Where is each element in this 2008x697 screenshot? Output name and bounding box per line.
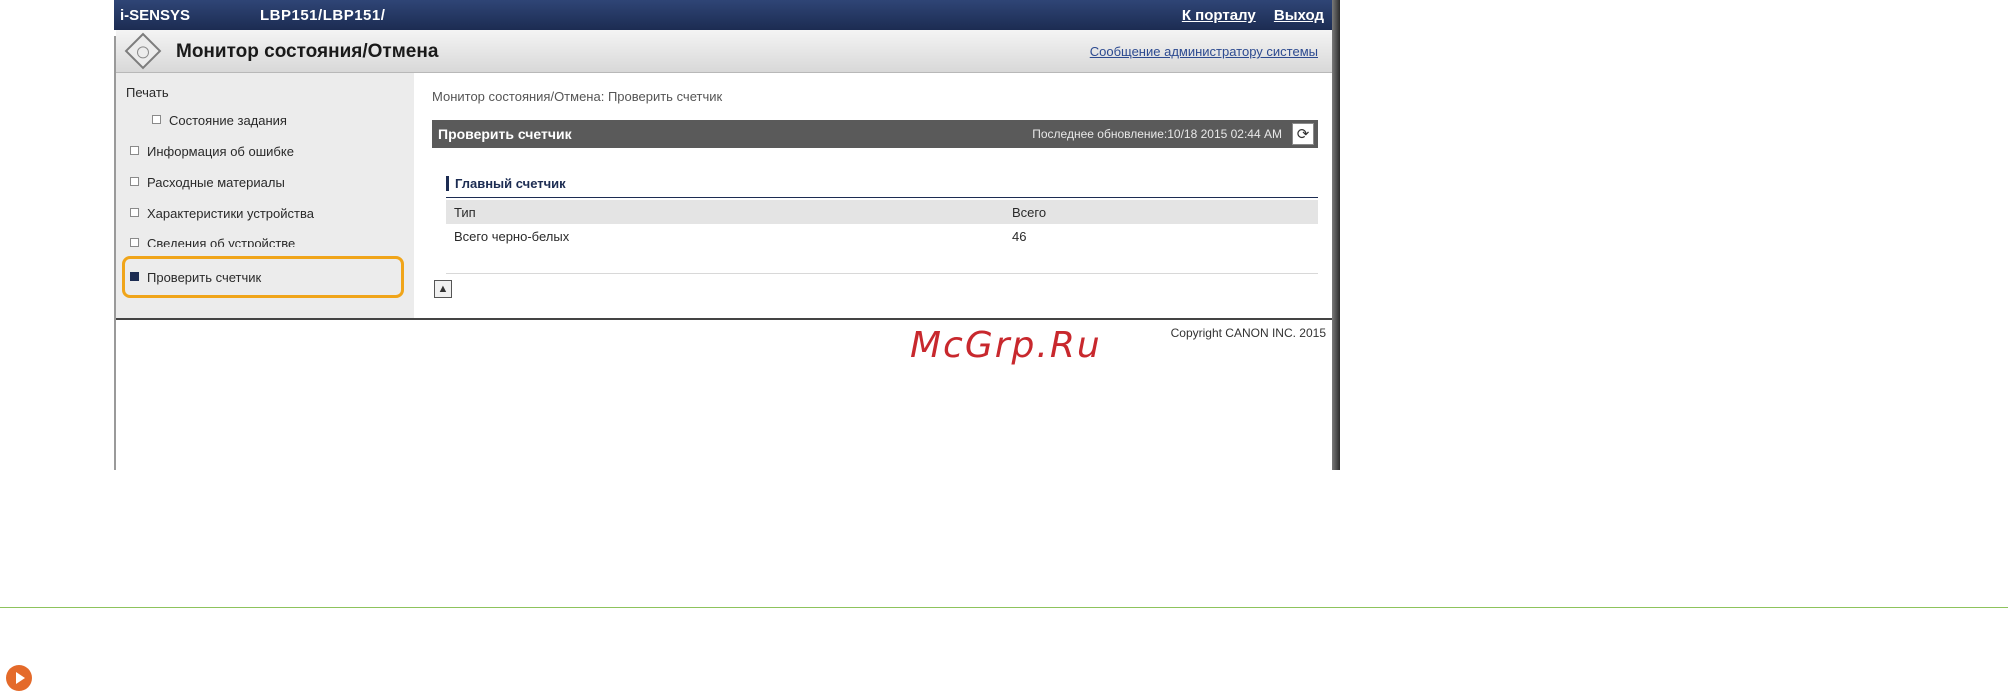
page-header: Монитор состояния/Отмена Сообщение админ…	[116, 30, 1332, 73]
panel-title: Проверить счетчик	[438, 126, 572, 142]
bullet-icon	[130, 238, 139, 247]
sidebar-item-consumables[interactable]: Расходные материалы	[130, 175, 285, 190]
status-monitor-icon	[124, 32, 162, 70]
bullet-icon	[130, 146, 139, 156]
window-shadow	[1332, 0, 1340, 470]
table-header: Тип Всего	[446, 200, 1318, 224]
page-divider	[0, 607, 2008, 608]
copyright: Copyright CANON INC. 2015	[1170, 326, 1326, 340]
sidebar-section-print: Печать	[126, 85, 169, 100]
watermark: McGrp.Ru	[910, 325, 1102, 366]
go-top-icon[interactable]: ▲	[434, 280, 452, 298]
sidebar-item-job-status[interactable]: Состояние задания	[152, 113, 287, 128]
last-updated: Последнее обновление:10/18 2015 02:44 AM	[1032, 127, 1282, 141]
table-cell-total: 46	[1012, 229, 1027, 244]
sidebar-item-label: Расходные материалы	[147, 175, 285, 190]
sidebar: Печать Состояние задания Информация об о…	[116, 73, 416, 318]
breadcrumb: Монитор состояния/Отмена: Проверить счет…	[432, 89, 723, 104]
bullet-icon	[130, 208, 139, 218]
sidebar-item-label: Информация об ошибке	[147, 144, 294, 159]
sidebar-item-label: Характеристики устройства	[147, 206, 314, 221]
sidebar-item-device-features[interactable]: Характеристики устройства	[130, 206, 314, 221]
sidebar-item-label: Состояние задания	[169, 113, 287, 128]
highlight-frame	[122, 256, 404, 298]
table-cell-type: Всего черно-белых	[454, 229, 570, 244]
column-header-total: Всего	[1012, 205, 1047, 220]
play-arrow-icon[interactable]	[6, 665, 32, 691]
top-bar: i-SENSYS LBP151/LBP151/ К порталу Выход	[114, 0, 1332, 30]
column-header-type: Тип	[454, 205, 476, 220]
table-row: Всего черно-белых 46	[446, 224, 1318, 248]
refresh-icon[interactable]: ⟳	[1292, 123, 1314, 145]
admin-message-link[interactable]: Сообщение администратору системы	[1090, 44, 1318, 59]
remote-ui-window: i-SENSYS LBP151/LBP151/ К порталу Выход …	[114, 0, 1340, 470]
logout-link[interactable]: Выход	[1274, 7, 1324, 24]
section-divider	[446, 197, 1318, 198]
brand-label: i-SENSYS	[120, 7, 191, 24]
table-divider	[446, 273, 1318, 274]
section-title: Главный счетчик	[446, 176, 566, 191]
page-title: Монитор состояния/Отмена	[176, 41, 439, 62]
bullet-icon	[152, 115, 161, 125]
portal-link[interactable]: К порталу	[1182, 7, 1256, 24]
sidebar-item-device-info[interactable]: Сведения об устройстве	[130, 236, 295, 247]
sidebar-item-error-info[interactable]: Информация об ошибке	[130, 144, 294, 159]
bullet-icon	[130, 177, 139, 187]
model-label: LBP151/LBP151/	[260, 7, 386, 24]
footer-divider	[114, 318, 1332, 320]
main-content: Монитор состояния/Отмена: Проверить счет…	[414, 73, 1330, 318]
counter-table: Тип Всего Всего черно-белых 46	[446, 200, 1318, 248]
sidebar-item-label: Сведения об устройстве	[147, 236, 296, 247]
top-links: К порталу Выход	[1168, 7, 1324, 24]
window-border	[114, 36, 116, 470]
panel-header: Проверить счетчик Последнее обновление:1…	[432, 120, 1318, 148]
